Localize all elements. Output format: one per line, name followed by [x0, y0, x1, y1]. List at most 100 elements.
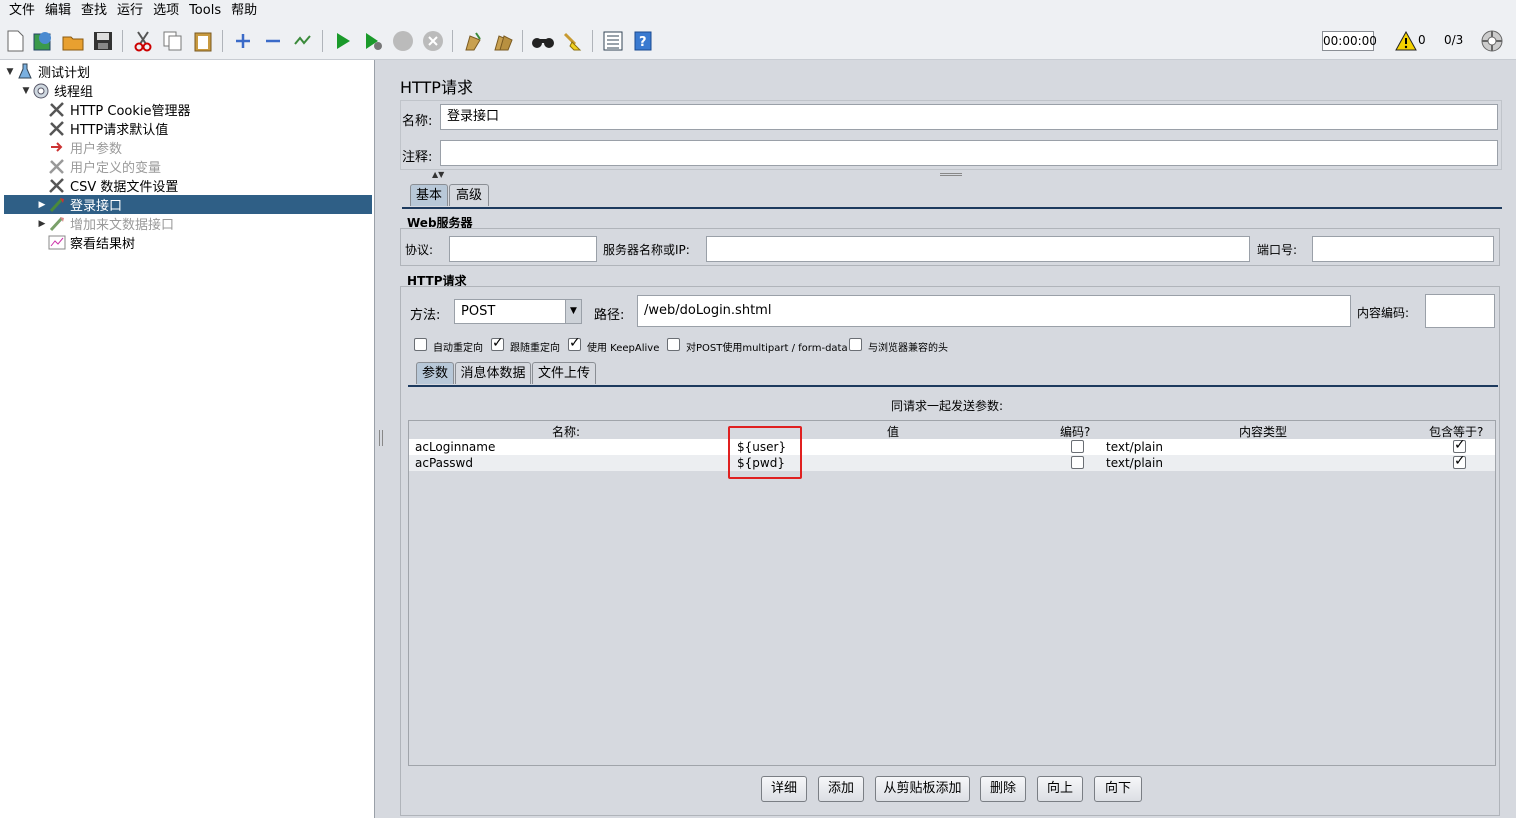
include-equals-checkbox[interactable]	[1453, 437, 1466, 453]
include-equals-checkbox[interactable]	[1453, 453, 1466, 469]
param-content-type[interactable]: text/plain	[1106, 455, 1163, 471]
test-plan-icon	[16, 63, 34, 80]
open-icon[interactable]	[60, 28, 86, 54]
menu-run[interactable]: 运行	[112, 0, 148, 22]
menu-file[interactable]: 文件	[4, 0, 40, 22]
collapse-arrow-icon[interactable]: ▼	[20, 86, 32, 96]
toggle-icon[interactable]	[290, 28, 316, 54]
start-icon[interactable]	[330, 28, 356, 54]
tab-body-data[interactable]: 消息体数据	[455, 362, 531, 384]
tree-item-label: 用户定义的变量	[70, 161, 162, 176]
tree-item-label: HTTP请求默认值	[70, 123, 169, 138]
add-button[interactable]: 添加	[818, 776, 864, 802]
tab-files-upload[interactable]: 文件上传	[532, 362, 596, 384]
collapse-icon[interactable]	[260, 28, 286, 54]
clear-icon[interactable]	[460, 28, 486, 54]
name-input[interactable]: 登录接口	[440, 104, 1498, 130]
stop-icon[interactable]	[390, 28, 416, 54]
menu-tools[interactable]: Tools	[184, 0, 226, 22]
delete-button[interactable]: 删除	[980, 776, 1026, 802]
param-name[interactable]: acPasswd	[415, 455, 473, 471]
param-content-type[interactable]: text/plain	[1106, 439, 1163, 455]
column-header-name[interactable]: 名称:	[552, 423, 580, 440]
multipart-label: 对POST使用multipart / form-data	[686, 343, 848, 354]
menu-search[interactable]: 查找	[76, 0, 112, 22]
tree-item-thread-group[interactable]: ▼ 线程组	[20, 81, 360, 100]
tree-item-http-defaults[interactable]: HTTP请求默认值	[36, 119, 356, 138]
search-icon[interactable]	[530, 28, 556, 54]
pane-splitter[interactable]	[375, 60, 387, 818]
elapsed-timer: 00:00:00	[1322, 31, 1377, 51]
tree-item-add-document-api[interactable]: ▶ 增加来文数据接口	[36, 214, 356, 233]
comment-input[interactable]	[440, 140, 1498, 166]
save-icon[interactable]	[90, 28, 116, 54]
table-row[interactable]: acPasswd ${pwd} text/plain	[409, 453, 1495, 471]
collapse-arrow-icon[interactable]: ▼	[4, 67, 16, 77]
http-request-panel: HTTP请求 名称: 登录接口 注释: ▲▼ 基本 高级 Web服务器 协议: …	[388, 60, 1516, 818]
menu-options[interactable]: 选项	[148, 0, 184, 22]
column-header-encode[interactable]: 编码?	[1060, 423, 1090, 440]
chevron-down-icon[interactable]: ▼	[565, 300, 581, 323]
column-header-content-type[interactable]: 内容类型	[1239, 423, 1287, 440]
detail-button[interactable]: 详细	[761, 776, 807, 802]
content-encoding-input[interactable]	[1425, 294, 1495, 328]
column-header-value[interactable]: 值	[887, 423, 899, 440]
follow-redirect-checkbox[interactable]	[491, 335, 504, 351]
tree-item-test-plan[interactable]: ▼ 测试计划	[4, 62, 364, 81]
encode-checkbox[interactable]	[1071, 456, 1084, 469]
keepalive-label: 使用 KeepAlive	[587, 343, 660, 354]
browser-headers-checkbox[interactable]	[849, 338, 862, 351]
config-element-icon	[48, 120, 66, 137]
tree-item-cookie-manager[interactable]: HTTP Cookie管理器	[36, 100, 356, 119]
templates-icon[interactable]	[30, 28, 56, 54]
resize-grip-icon[interactable]	[940, 173, 962, 176]
tree-item-login-api[interactable]: ▶ 登录接口	[4, 195, 372, 214]
port-label: 端口号:	[1257, 243, 1298, 257]
help-icon[interactable]: ?	[630, 28, 656, 54]
tree-item-view-results-tree[interactable]: 察看结果树	[36, 233, 356, 252]
expand-arrow-icon[interactable]: ▶	[36, 219, 48, 229]
warning-icon[interactable]	[1393, 28, 1419, 54]
encode-checkbox[interactable]	[1071, 440, 1084, 453]
param-name[interactable]: acLoginname	[415, 439, 495, 455]
collapse-toggle-icon[interactable]: ▲▼	[432, 170, 444, 179]
tree-item-label: 察看结果树	[70, 237, 136, 252]
copy-icon[interactable]	[160, 28, 186, 54]
new-icon[interactable]	[2, 28, 28, 54]
tree-item-csv-data-set[interactable]: CSV 数据文件设置	[36, 176, 356, 195]
warning-count: 0	[1418, 33, 1426, 47]
add-from-clipboard-button[interactable]: 从剪贴板添加	[875, 776, 970, 802]
auto-redirect-checkbox[interactable]	[414, 338, 427, 351]
menu-help[interactable]: 帮助	[226, 0, 262, 22]
params-caption: 同请求一起发送参数:	[891, 399, 1004, 413]
menu-edit[interactable]: 编辑	[40, 0, 76, 22]
tab-basic[interactable]: 基本	[410, 184, 448, 206]
reset-search-icon[interactable]	[560, 28, 586, 54]
port-input[interactable]	[1312, 236, 1494, 262]
clear-all-icon[interactable]	[490, 28, 516, 54]
path-input[interactable]: /web/doLogin.shtml	[637, 295, 1351, 327]
keepalive-checkbox[interactable]	[568, 335, 581, 351]
tab-advanced[interactable]: 高级	[449, 184, 489, 206]
shutdown-icon[interactable]	[420, 28, 446, 54]
method-select[interactable]: POST ▼	[454, 299, 582, 324]
expand-icon[interactable]	[230, 28, 256, 54]
menu-bar: 文件 编辑 查找 运行 选项 Tools 帮助	[0, 0, 1516, 22]
paste-icon[interactable]	[190, 28, 216, 54]
multipart-checkbox[interactable]	[667, 338, 680, 351]
start-no-pause-icon[interactable]	[360, 28, 386, 54]
cut-icon[interactable]	[130, 28, 156, 54]
protocol-input[interactable]	[449, 236, 597, 262]
move-up-button[interactable]: 向上	[1037, 776, 1083, 802]
remote-status-icon[interactable]	[1479, 28, 1505, 54]
table-row[interactable]: acLoginname ${user} text/plain	[409, 437, 1495, 455]
function-helper-icon[interactable]	[600, 28, 626, 54]
sampler-icon	[48, 196, 66, 213]
move-down-button[interactable]: 向下	[1094, 776, 1142, 802]
tree-item-user-parameters[interactable]: 用户参数	[36, 138, 356, 157]
server-name-input[interactable]	[706, 236, 1250, 262]
tree-item-user-defined-variables[interactable]: 用户定义的变量	[36, 157, 356, 176]
expand-arrow-icon[interactable]: ▶	[36, 200, 48, 210]
tab-parameters[interactable]: 参数	[416, 362, 454, 384]
sampler-icon	[48, 215, 66, 232]
